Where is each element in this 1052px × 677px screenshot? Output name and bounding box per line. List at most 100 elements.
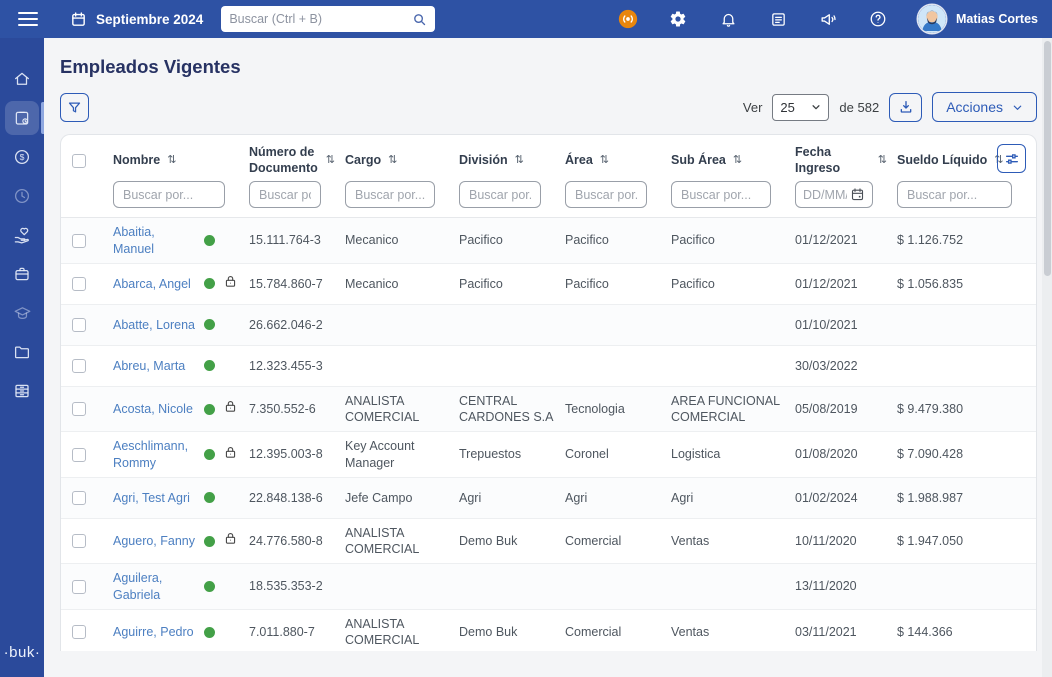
cell-document: 24.776.580-8 (249, 533, 323, 548)
column-header-fecha-ingreso[interactable]: Fecha Ingreso ⇅ (795, 145, 897, 176)
table-row: Abreu, Marta 12.323.455-3 30/03/2022 (61, 346, 1036, 387)
cell-net-salary: $ 1.988.987 (897, 490, 964, 505)
cell-name: Aguirre, Pedro (97, 624, 249, 640)
cell-area: Coronel (565, 447, 609, 462)
cell-division: Trepuestos (459, 447, 522, 462)
row-checkbox[interactable] (72, 534, 86, 548)
filter-input-area[interactable] (565, 181, 647, 209)
filter-input-sub-area[interactable] (671, 181, 771, 209)
row-checkbox[interactable] (72, 490, 86, 505)
row-checkbox[interactable] (72, 625, 86, 639)
settings-icon[interactable] (668, 9, 688, 29)
sidebar-item-benefits[interactable] (0, 218, 44, 252)
employee-name-link[interactable]: Abaitia, Manuel (113, 224, 197, 257)
column-header-area[interactable]: Área ⇅ (565, 153, 671, 169)
cell-position: ANALISTA COMERCIAL (345, 393, 420, 424)
cell-document: 26.662.046-2 (249, 317, 323, 332)
row-checkbox[interactable] (72, 358, 86, 373)
sort-icon[interactable]: ⇅ (600, 153, 609, 167)
period-selector[interactable]: Septiembre 2024 (70, 11, 203, 28)
column-settings-button[interactable] (997, 144, 1026, 173)
menu-icon[interactable] (18, 12, 38, 26)
download-button[interactable] (889, 92, 923, 122)
column-header-nombre[interactable]: Nombre ⇅ (97, 153, 249, 169)
cell-start-date: 13/11/2020 (795, 579, 857, 594)
column-header-sub-area[interactable]: Sub Área ⇅ (671, 153, 795, 169)
engagement-icon[interactable] (618, 9, 638, 29)
filter-input-numero-de-documento[interactable] (249, 181, 321, 209)
announcements-icon[interactable] (818, 9, 838, 29)
buk-logo: ·buk· (3, 644, 41, 661)
cell-name: Acosta, Nicole (97, 399, 249, 418)
topbar: Septiembre 2024 Matias Cortes (0, 0, 1052, 38)
news-icon[interactable] (768, 9, 788, 29)
sort-icon[interactable]: ⇅ (878, 153, 887, 167)
table-row: Acosta, Nicole 7.350.552-6 ANALISTA COMERC… (61, 386, 1036, 433)
employee-name-link[interactable]: Aguero, Fanny (113, 533, 197, 549)
row-checkbox[interactable] (72, 276, 86, 291)
sort-icon[interactable]: ⇅ (515, 153, 524, 167)
employee-name-link[interactable]: Acosta, Nicole (113, 401, 197, 417)
sidebar-item-home[interactable] (0, 62, 44, 96)
cell-start-date: 01/02/2024 (795, 490, 858, 505)
employee-name-link[interactable]: Abreu, Marta (113, 358, 197, 374)
sidebar-item-training[interactable] (0, 296, 44, 330)
sidebar-item-jobs[interactable] (0, 257, 44, 291)
row-checkbox[interactable] (72, 317, 86, 332)
sidebar-item-employees[interactable] (0, 101, 44, 135)
status-active-dot (203, 403, 215, 415)
sort-icon[interactable]: ⇅ (388, 153, 397, 167)
cell-name: Abreu, Marta (97, 358, 249, 374)
search-icon (414, 13, 426, 25)
column-label: Área (565, 152, 593, 167)
sort-icon[interactable]: ⇅ (167, 153, 176, 167)
cell-position: Mecanico (345, 233, 399, 248)
actions-button[interactable]: Acciones (932, 92, 1037, 122)
notifications-icon[interactable] (718, 9, 738, 29)
table-row: Aguero, Fanny 24.776.580-8 ANALISTA COMERC… (61, 519, 1036, 565)
sort-icon[interactable]: ⇅ (733, 153, 742, 167)
row-checkbox[interactable] (72, 233, 86, 248)
sidebar-item-organization[interactable] (0, 374, 44, 408)
employee-name-link[interactable]: Aguilera, Gabriela (113, 570, 197, 603)
global-search[interactable] (221, 6, 436, 32)
filter-input-division[interactable] (459, 181, 541, 209)
filter-input-nombre[interactable] (113, 181, 225, 209)
column-header-division[interactable]: División ⇅ (459, 153, 565, 169)
select-all-checkbox[interactable] (72, 153, 86, 168)
select-all-cell (61, 153, 97, 168)
employee-name-link[interactable]: Aguirre, Pedro (113, 624, 197, 640)
filter-button[interactable] (60, 92, 89, 122)
filter-input-sueldo-liquido[interactable] (897, 181, 1012, 209)
filter-input-fecha-ingreso[interactable] (803, 187, 847, 202)
global-search-input[interactable] (229, 12, 413, 26)
sidebar-item-remunerations[interactable]: $ (0, 140, 44, 174)
cell-name: Aguero, Fanny (97, 531, 249, 550)
sort-icon[interactable]: ⇅ (326, 153, 335, 167)
user-menu[interactable]: Matias Cortes (918, 5, 1038, 33)
briefcase-icon (15, 267, 29, 281)
cell-document: 7.011.880-7 (249, 624, 315, 639)
hand-heart-icon (14, 227, 29, 243)
cell-division: Pacifico (459, 276, 503, 291)
employee-name-link[interactable]: Abarca, Angel (113, 276, 197, 292)
employee-name-link[interactable]: Agri, Test Agri (113, 490, 197, 506)
employee-name-link[interactable]: Abatte, Lorena (113, 317, 197, 333)
table-row: Aguirre, Pedro 7.011.880-7 ANALISTA COMERC… (61, 610, 1036, 651)
sidebar-item-documents[interactable] (0, 335, 44, 369)
filter-input-cargo[interactable] (345, 181, 435, 209)
folder-icon (14, 346, 30, 359)
date-filter[interactable] (795, 181, 873, 209)
row-checkbox[interactable] (72, 579, 86, 594)
help-icon[interactable] (868, 9, 888, 29)
scrollbar-thumb[interactable] (1043, 41, 1051, 276)
page-scrollbar[interactable] (1042, 38, 1052, 677)
row-checkbox[interactable] (72, 447, 86, 462)
employee-name-link[interactable]: Aeschlimann, Rommy (113, 438, 197, 471)
row-checkbox[interactable] (72, 402, 86, 416)
sidebar-item-time[interactable] (0, 179, 44, 213)
column-header-numero-de-documento[interactable]: Número de Documento ⇅ (249, 145, 345, 176)
column-header-cargo[interactable]: Cargo ⇅ (345, 153, 459, 169)
page-size-select[interactable]: 25 (772, 93, 830, 121)
table-header-row: Nombre ⇅ Número de Documento ⇅ Cargo ⇅ Divisió… (61, 135, 1036, 176)
